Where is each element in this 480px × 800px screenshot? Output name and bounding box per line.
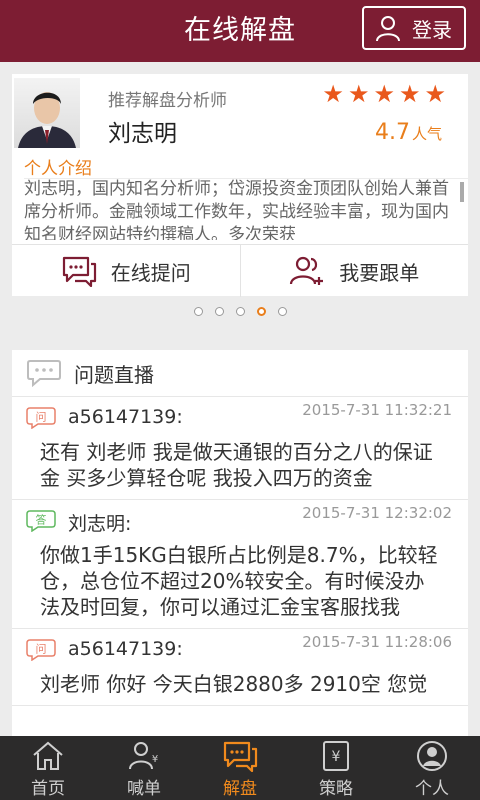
star-icon: ★: [373, 80, 395, 108]
intro-scrollbar[interactable]: [460, 182, 464, 202]
entry-text: 你做1手15KG白银所占比例是8.7%，比较轻仓，总仓位不超过20%较安全。有时…: [40, 543, 438, 619]
entry-user: a56147139:: [68, 406, 183, 428]
entry-user: a56147139:: [68, 638, 183, 660]
badge-text: 答: [36, 513, 47, 527]
intro-heading: 个人介绍: [24, 159, 92, 179]
question-chat-icon: [62, 256, 96, 287]
login-label: 登录: [412, 17, 452, 42]
qa-entry[interactable]: 问 a56147139: 2015-7-31 11:28:06 刘老师 你好 今…: [12, 629, 468, 706]
qa-header: 问题直播: [12, 350, 468, 397]
analyst-photo: [18, 92, 76, 148]
tab-home[interactable]: 首页: [0, 736, 96, 800]
answer-badge-icon: 答: [26, 510, 56, 532]
home-icon: [33, 741, 63, 770]
top-bar: 在线解盘 登录: [0, 0, 480, 62]
tab-strategy[interactable]: ¥ 策略: [288, 736, 384, 800]
tab-label: 首页: [31, 779, 65, 799]
follow-orders-button[interactable]: 我要跟单: [239, 245, 469, 297]
svg-text:¥: ¥: [332, 749, 341, 765]
star-icon: ★: [322, 80, 344, 108]
tab-personal[interactable]: 个人: [384, 736, 480, 800]
analyst-subtitle: 推荐解盘分析师: [108, 91, 227, 111]
tab-call-orders[interactable]: ¥ 喊单: [96, 736, 192, 800]
popularity-unit: 人气: [411, 125, 442, 143]
tab-label: 喊单: [127, 779, 161, 799]
entry-time: 2015-7-31 11:28:06: [302, 633, 452, 651]
question-badge-icon: 问: [26, 639, 56, 661]
analyst-actions: 在线提问 我要跟单: [12, 244, 468, 297]
entry-user: 刘志明:: [68, 513, 132, 535]
pager-dot[interactable]: [235, 307, 245, 316]
svg-text:¥: ¥: [152, 754, 158, 765]
star-icon: ★: [398, 80, 421, 108]
call-order-icon: ¥: [129, 742, 158, 770]
rating-stars: ★ ★ ★ ★ ★: [322, 82, 446, 106]
user-icon: [376, 16, 400, 42]
pager-dot[interactable]: [193, 307, 203, 316]
badge-text: 问: [36, 643, 47, 656]
follow-orders-label: 我要跟单: [339, 260, 420, 285]
pager-dot-active[interactable]: [256, 307, 266, 316]
analyst-avatar[interactable]: [14, 78, 80, 148]
ask-online-label: 在线提问: [110, 260, 191, 285]
strategy-icon: ¥: [323, 741, 349, 771]
carousel-indicator: [0, 307, 480, 316]
intro-text[interactable]: 刘志明，国内知名分析师；岱源投资金顶团队创始人兼首席分析师。金融领域工作数年，实…: [24, 178, 450, 240]
entry-text: 还有 刘老师 我是做天通银的百分之八的保证金 买多少算轻仓呢 我投入四万的资金: [40, 440, 433, 490]
login-button[interactable]: 登录: [362, 6, 466, 50]
ask-online-button[interactable]: 在线提问: [12, 245, 240, 297]
pager-dot[interactable]: [277, 307, 287, 316]
qa-live-panel: 问题直播 问 a56147139: 2015-7-31 11:32:21 还有 …: [12, 350, 468, 736]
chat-icon: [223, 741, 258, 772]
qa-entry[interactable]: 问 a56147139: 2015-7-31 11:32:21 还有 刘老师 我…: [12, 397, 468, 500]
tab-label: 解盘: [223, 779, 257, 799]
tab-analysis[interactable]: 解盘: [192, 736, 288, 800]
popularity: 4.7 人气: [375, 120, 442, 145]
follow-users-icon: [290, 256, 324, 285]
entry-time: 2015-7-31 11:32:21: [302, 401, 452, 419]
analyst-card: 推荐解盘分析师 刘志明 ★ ★ ★ ★ ★ 4.7 人气 个人介绍 刘志明，国内知…: [12, 74, 468, 297]
entry-time: 2015-7-31 12:32:02: [302, 504, 452, 522]
question-badge-icon: 问: [26, 407, 56, 429]
star-icon: ★: [424, 80, 446, 108]
star-icon: ★: [347, 80, 370, 108]
speech-bubble-icon: [27, 360, 61, 387]
analyst-name: 刘志明: [108, 121, 177, 147]
person-icon: [417, 741, 447, 771]
qa-entry[interactable]: 答 刘志明: 2015-7-31 12:32:02 你做1手15KG白银所占比例…: [12, 500, 468, 629]
pager-dot[interactable]: [214, 307, 224, 316]
tab-label: 策略: [319, 779, 353, 799]
qa-title: 问题直播: [74, 362, 154, 387]
badge-text: 问: [36, 411, 47, 424]
bottom-tab-bar: 首页 ¥ 喊单 解盘 ¥ 策略 个人: [0, 736, 480, 800]
tab-label: 个人: [415, 779, 449, 799]
popularity-value: 4.7: [374, 120, 410, 145]
entry-text: 刘老师 你好 今天白银2880多 2910空 您觉: [40, 672, 428, 696]
